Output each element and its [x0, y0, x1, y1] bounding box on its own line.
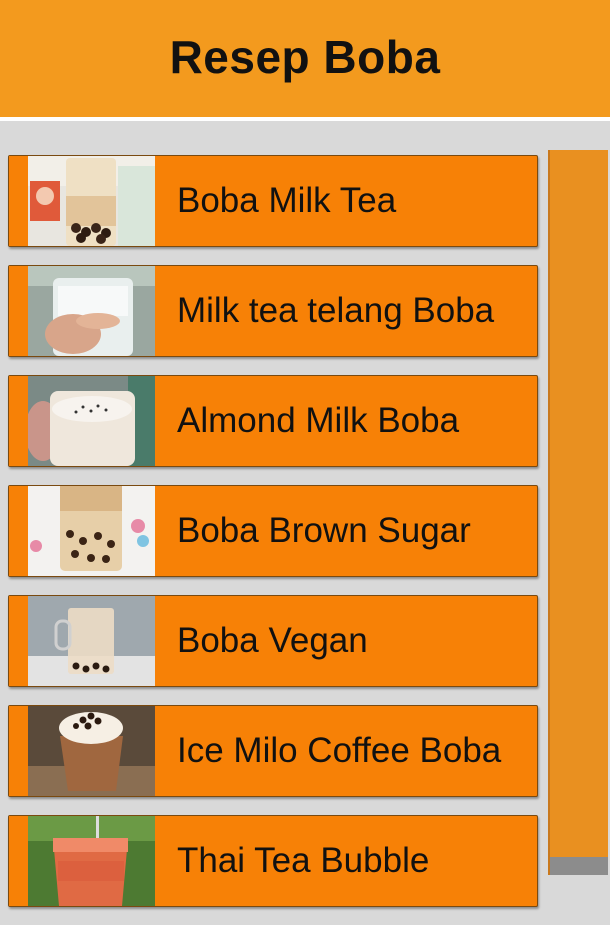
recipe-title: Boba Milk Tea [177, 180, 397, 220]
recipe-thumbnail [28, 266, 155, 356]
recipe-thumbnail [28, 156, 155, 246]
recipe-title: Thai Tea Bubble [177, 840, 430, 880]
list-item-boba-brown-sugar[interactable]: Boba Brown Sugar [8, 485, 538, 577]
recipe-list: Boba Milk Tea Milk tea telang Boba Almon… [8, 155, 538, 925]
list-item-boba-milk-tea[interactable]: Boba Milk Tea [8, 155, 538, 247]
recipe-thumbnail [28, 706, 155, 796]
recipe-title: Boba Brown Sugar [177, 510, 471, 550]
item-accent [9, 486, 28, 576]
item-accent [9, 816, 28, 906]
item-accent [9, 156, 28, 246]
recipe-thumbnail [28, 486, 155, 576]
recipe-thumbnail [28, 596, 155, 686]
list-item-ice-milo-coffee-boba[interactable]: Ice Milo Coffee Boba [8, 705, 538, 797]
recipe-thumbnail [28, 816, 155, 906]
recipe-title: Ice Milo Coffee Boba [177, 730, 502, 770]
list-item-boba-vegan[interactable]: Boba Vegan [8, 595, 538, 687]
scrollbar-track[interactable] [548, 150, 608, 875]
list-item-thai-tea-bubble[interactable]: Thai Tea Bubble [8, 815, 538, 907]
item-accent [9, 706, 28, 796]
item-accent [9, 266, 28, 356]
page-title: Resep Boba [169, 30, 441, 83]
header-divider [0, 117, 610, 121]
item-accent [9, 376, 28, 466]
recipe-title: Almond Milk Boba [177, 400, 460, 440]
app-header: Resep Boba [0, 0, 610, 117]
recipe-title: Milk tea telang Boba [177, 290, 495, 330]
item-accent [9, 596, 28, 686]
recipe-thumbnail [28, 376, 155, 466]
list-item-milk-tea-telang-boba[interactable]: Milk tea telang Boba [8, 265, 538, 357]
scrollbar-thumb[interactable] [550, 857, 608, 875]
recipe-title: Boba Vegan [177, 620, 368, 660]
list-item-almond-milk-boba[interactable]: Almond Milk Boba [8, 375, 538, 467]
